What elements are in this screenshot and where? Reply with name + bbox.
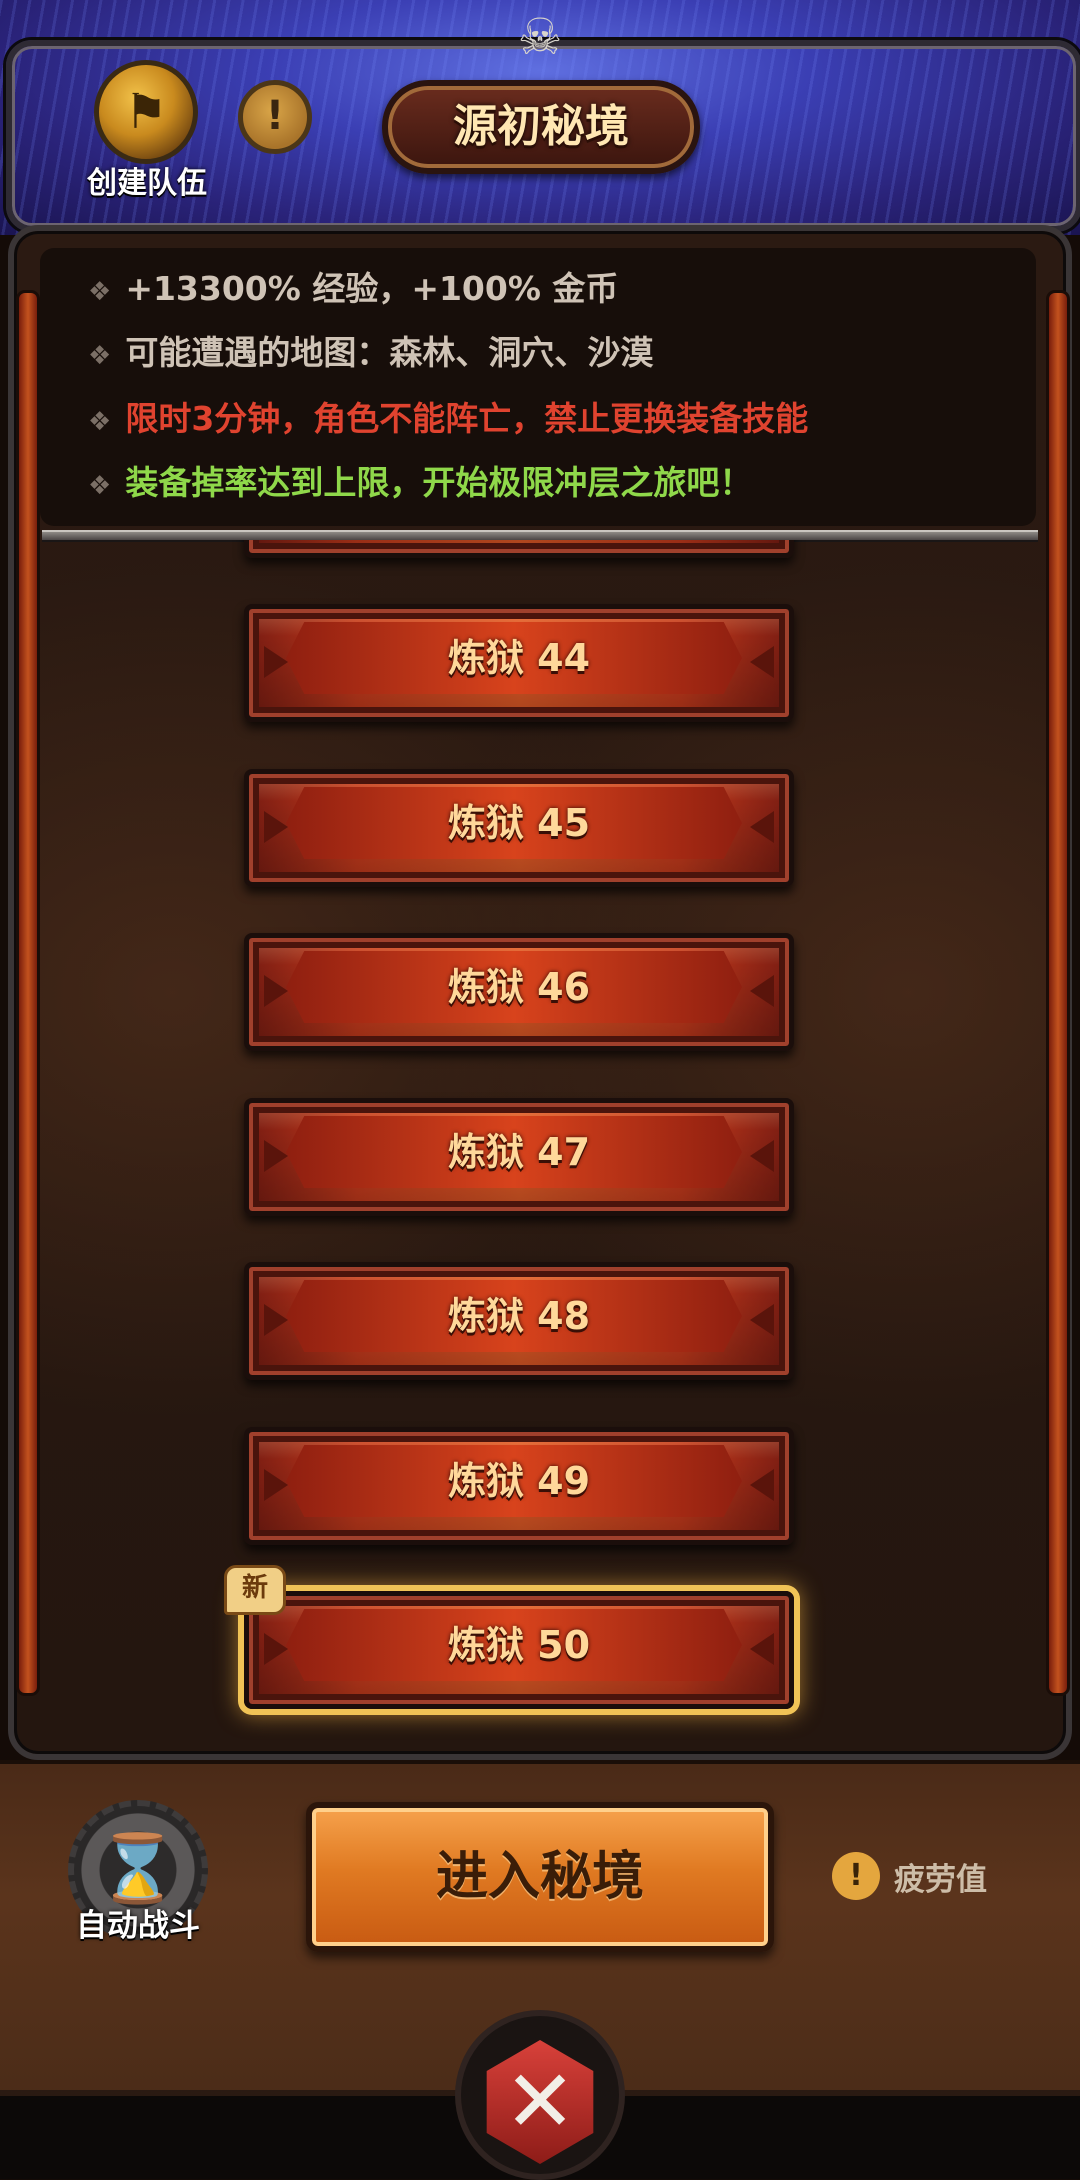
level-label: 炼狱 45 xyxy=(447,801,591,845)
team-banner-icon: ⚑ xyxy=(94,60,198,164)
level-row[interactable]: 炼狱 49 xyxy=(244,1427,794,1545)
level-row[interactable]: 炼狱 47 xyxy=(244,1098,794,1216)
enter-realm-label: 进入秘境 xyxy=(435,1847,644,1907)
new-badge: 新 xyxy=(224,1565,286,1615)
info-icon[interactable]: ! xyxy=(238,80,312,154)
level-label: 炼狱 46 xyxy=(447,965,591,1009)
level-row[interactable]: 炼狱 48 xyxy=(244,1262,794,1380)
auto-battle-button[interactable]: ⌛ 自动战斗 xyxy=(58,1800,218,1950)
skull-ornament-icon: ☠ xyxy=(517,8,563,66)
info-line-text: 限时3分钟，角色不能阵亡，禁止更换装备技能 xyxy=(125,399,809,438)
diamond-bullet-icon: ❖ xyxy=(88,277,112,307)
fatigue-button[interactable]: ! 疲劳值 xyxy=(832,1850,1012,1906)
page-title: 源初秘境 xyxy=(453,101,629,152)
diamond-bullet-icon: ❖ xyxy=(88,471,112,501)
create-team-label: 创建队伍 xyxy=(87,166,207,201)
level-label: 炼狱 50 xyxy=(447,1623,591,1667)
level-row[interactable]: 炼狱 46 xyxy=(244,933,794,1051)
fatigue-info-icon: ! xyxy=(832,1852,880,1900)
level-plate xyxy=(244,540,794,558)
diamond-bullet-icon: ❖ xyxy=(88,407,112,437)
info-line: ❖ 限时3分钟，角色不能阵亡，禁止更换装备技能 xyxy=(88,392,808,446)
level-label: 炼狱 47 xyxy=(447,1130,591,1174)
level-row[interactable]: 炼狱 44 xyxy=(244,604,794,722)
enter-realm-button[interactable]: 进入秘境 xyxy=(306,1802,774,1952)
level-label: 炼狱 48 xyxy=(447,1294,591,1338)
level-label: 炼狱 44 xyxy=(447,636,591,680)
fatigue-label: 疲劳值 xyxy=(894,1862,987,1898)
info-line: ❖ 可能遭遇的地图：森林、洞穴、沙漠 xyxy=(88,326,653,380)
info-line-text: 可能遭遇的地图：森林、洞穴、沙漠 xyxy=(125,333,654,372)
title-plaque: 源初秘境 xyxy=(382,80,700,174)
info-line: ❖ +13300% 经验，+100% 金币 xyxy=(88,262,618,316)
info-line-text: +13300% 经验，+100% 金币 xyxy=(125,269,619,308)
diamond-bullet-icon: ❖ xyxy=(88,341,112,371)
level-row-partial xyxy=(244,540,794,558)
info-line: ❖ 装备掉率达到上限，开始极限冲层之旅吧！ xyxy=(88,456,752,510)
create-team-button[interactable]: ⚑ 创建队伍 xyxy=(82,58,212,201)
level-label: 炼狱 49 xyxy=(447,1459,591,1503)
auto-battle-label: 自动战斗 xyxy=(76,1908,200,1944)
level-list[interactable]: 炼狱 44 炼狱 45 炼狱 46 炼狱 47 炼狱 48 炼狱 49 炼狱 50 xyxy=(0,540,1080,1740)
info-line-text: 装备掉率达到上限，开始极限冲层之旅吧！ xyxy=(125,463,753,502)
level-row[interactable]: 炼狱 45 xyxy=(244,769,794,887)
level-row[interactable]: 炼狱 50 xyxy=(244,1591,794,1709)
